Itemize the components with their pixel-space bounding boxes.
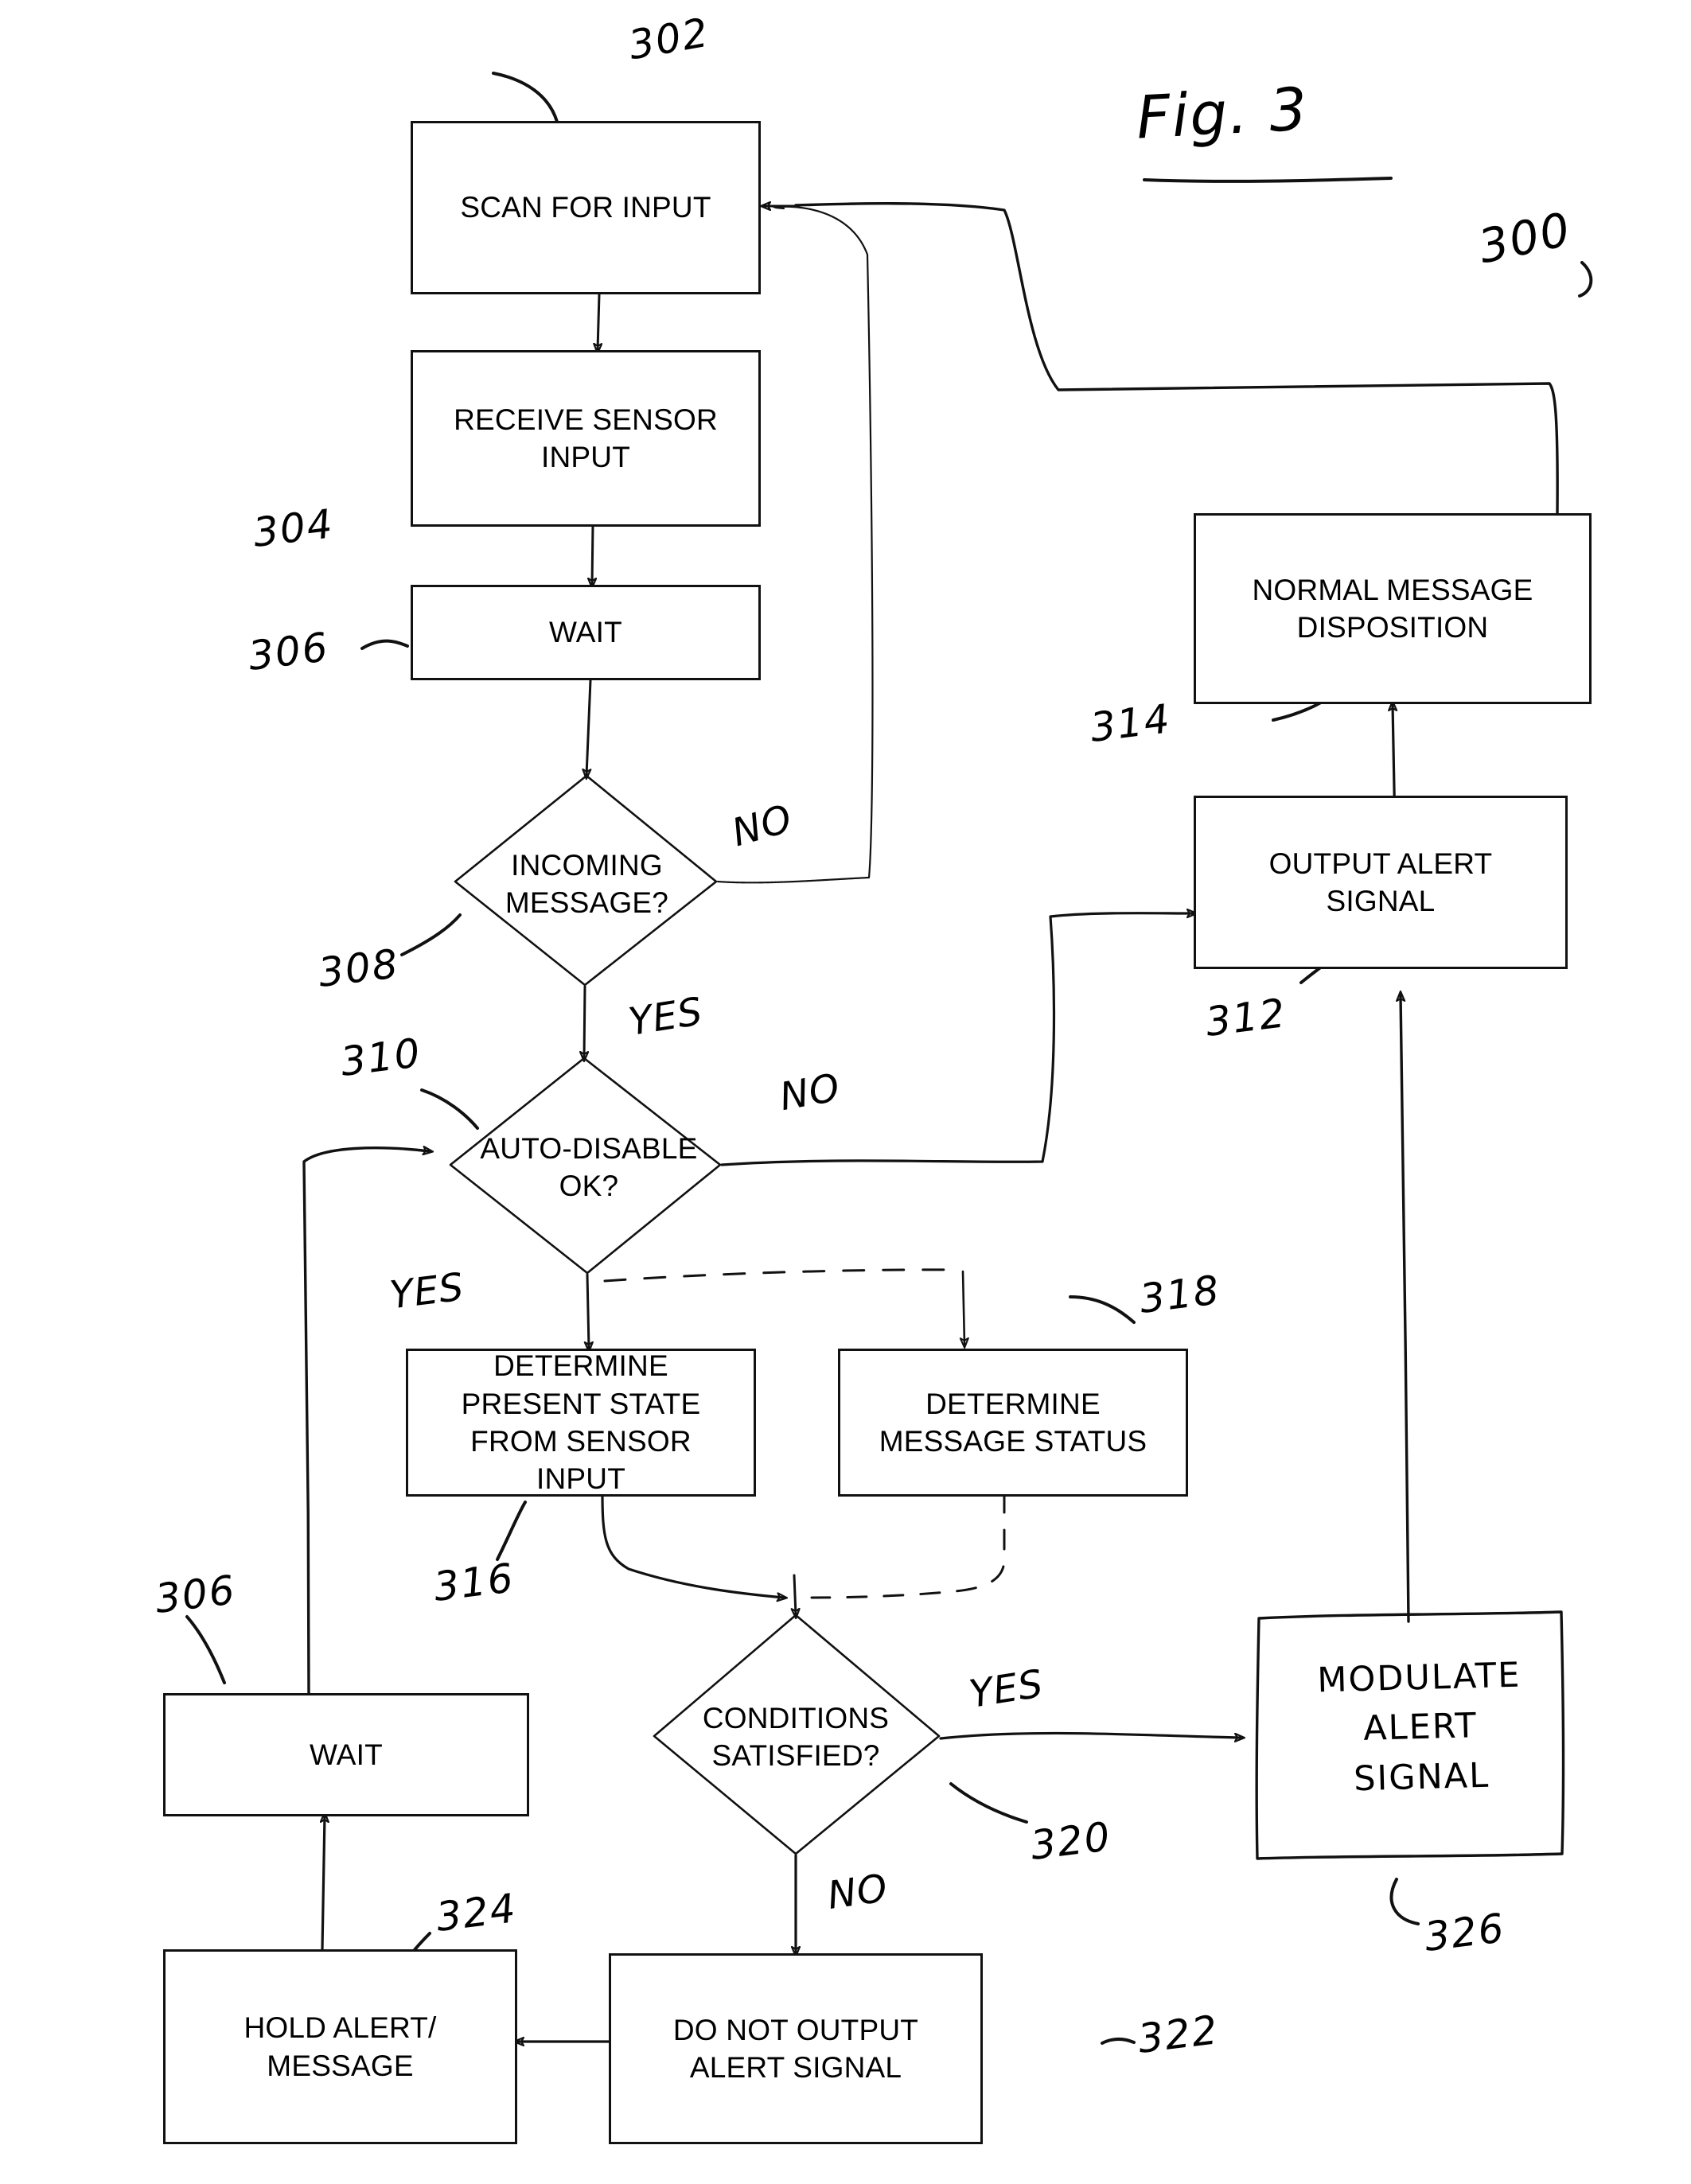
- leader-322: [1101, 2037, 1136, 2045]
- arrow-into-320: [794, 1574, 796, 1615]
- node-determine-message-status-label-2: MESSAGE STATUS: [879, 1425, 1147, 1458]
- edge-310-dashed-to-318: [603, 1268, 957, 1283]
- node-hold-alert-message-label-1: HOLD ALERT/: [244, 2011, 437, 2045]
- edge-310-no-to-312: [720, 913, 1194, 1166]
- node-normal-message-disposition-label-2: DISPOSITION: [1296, 611, 1489, 644]
- edge-308-no-return: [716, 205, 874, 884]
- leader-326: [1389, 1878, 1420, 1925]
- node-normal-message-disposition-label-1: NORMAL MESSAGE: [1252, 573, 1533, 606]
- node-output-alert-signal-label-1: OUTPUT ALERT: [1268, 847, 1493, 880]
- branch-label-conditions-no: NO: [824, 1866, 891, 1918]
- ref-numeral-304: 304: [250, 500, 337, 556]
- ref-numeral-306-bottom: 306: [152, 1567, 239, 1622]
- node-modulate-alert-signal-label-1: MODULATE: [1316, 1655, 1522, 1701]
- leader-320: [949, 1782, 1028, 1824]
- node-do-not-output-alert-signal[interactable]: DO NOT OUTPUT ALERT SIGNAL: [609, 1953, 983, 2144]
- node-scan-for-input[interactable]: SCAN FOR INPUT: [411, 121, 761, 294]
- ref-numeral-318: 318: [1136, 1267, 1223, 1322]
- leader-308: [400, 913, 462, 956]
- node-hold-alert-message-label-2: MESSAGE: [267, 2049, 414, 2082]
- edge-dashed-down-318: [959, 1270, 969, 1349]
- leader-306-bottom: [185, 1615, 226, 1684]
- node-wait-bottom-label: WAIT: [310, 1738, 383, 1771]
- edge-302-304: [598, 293, 599, 350]
- ref-numeral-312: 312: [1202, 990, 1289, 1045]
- ref-numeral-320: 320: [1027, 1813, 1114, 1869]
- leader-318: [1069, 1295, 1136, 1324]
- node-wait-top[interactable]: WAIT: [411, 585, 761, 680]
- leader-316: [496, 1501, 527, 1561]
- node-determine-present-state-label-1: DETERMINE: [493, 1349, 668, 1383]
- branch-label-autodisable-yes: YES: [387, 1264, 467, 1318]
- edge-316-to-320: [601, 1492, 784, 1598]
- node-do-not-output-label-1: DO NOT OUTPUT: [672, 2013, 919, 2046]
- node-receive-sensor-input-label-1: RECEIVE SENSOR: [454, 403, 718, 436]
- ref-numeral-314: 314: [1087, 695, 1174, 751]
- node-normal-message-disposition[interactable]: NORMAL MESSAGE DISPOSITION: [1194, 513, 1592, 704]
- figure-title-underline: [1143, 177, 1393, 183]
- node-output-alert-signal-label-2: SIGNAL: [1326, 885, 1436, 917]
- ref-numeral-326: 326: [1421, 1905, 1508, 1960]
- node-wait-bottom[interactable]: WAIT: [163, 1693, 529, 1816]
- flowchart-connectors: [185, 72, 1593, 2184]
- node-determine-present-state-label-3: FROM SENSOR: [470, 1425, 692, 1458]
- node-modulate-alert-signal-label-3: SIGNAL: [1353, 1755, 1490, 1799]
- node-hold-alert-message[interactable]: HOLD ALERT/ MESSAGE: [163, 1949, 517, 2144]
- leader-310: [420, 1088, 479, 1130]
- patent-figure-page: SCAN FOR INPUT RECEIVE SENSOR INPUT WAIT…: [0, 0, 1691, 2184]
- node-receive-sensor-input[interactable]: RECEIVE SENSOR INPUT: [411, 350, 761, 527]
- diamond-308: [454, 774, 718, 987]
- ref-numeral-308: 308: [315, 940, 402, 996]
- node-modulate-alert-signal-label-2: ALERT: [1362, 1706, 1479, 1750]
- edge-318-to-320: [810, 1492, 1006, 1599]
- ref-numeral-310: 310: [337, 1030, 424, 1085]
- node-determine-present-state[interactable]: DETERMINE PRESENT STATE FROM SENSOR INPU…: [406, 1349, 756, 1497]
- edge-326-to-312: [1401, 995, 1410, 1623]
- node-output-alert-signal[interactable]: OUTPUT ALERT SIGNAL: [1194, 796, 1568, 969]
- node-modulate-alert-signal[interactable]: MODULATE ALERT SIGNAL: [1288, 1650, 1554, 1806]
- ref-numeral-306-top: 306: [245, 624, 332, 679]
- node-determine-message-status-label-1: DETERMINE: [925, 1387, 1101, 1420]
- edge-306a-308: [586, 679, 592, 776]
- diamond-320: [653, 1614, 941, 1855]
- edge-308-310-yes: [584, 985, 585, 1058]
- node-scan-for-input-label: SCAN FOR INPUT: [460, 191, 711, 224]
- edge-304-306a: [592, 524, 593, 585]
- edge-310-yes-to-316: [587, 1273, 589, 1349]
- leader-306-top: [360, 639, 409, 650]
- edge-324-to-306b: [322, 1816, 325, 1951]
- figure-title: Fig. 3: [1134, 75, 1311, 153]
- node-determine-present-state-label-4: INPUT: [536, 1462, 625, 1496]
- ref-numeral-316: 316: [431, 1555, 517, 1610]
- diamond-310: [449, 1057, 722, 1275]
- edge-314-to-302: [794, 202, 1559, 515]
- node-determine-message-status[interactable]: DETERMINE MESSAGE STATUS: [838, 1349, 1188, 1497]
- node-determine-present-state-label-2: PRESENT STATE: [461, 1387, 701, 1420]
- edge-320-yes-to-326: [939, 1731, 1241, 1738]
- node-wait-top-label: WAIT: [549, 616, 622, 649]
- node-receive-sensor-input-label-2: INPUT: [541, 441, 630, 473]
- leader-300: [1578, 261, 1593, 298]
- leader-302: [492, 72, 559, 123]
- ref-numeral-322: 322: [1135, 2007, 1221, 2062]
- ref-numeral-324: 324: [433, 1885, 520, 1941]
- node-do-not-output-label-2: ALERT SIGNAL: [689, 2051, 902, 2084]
